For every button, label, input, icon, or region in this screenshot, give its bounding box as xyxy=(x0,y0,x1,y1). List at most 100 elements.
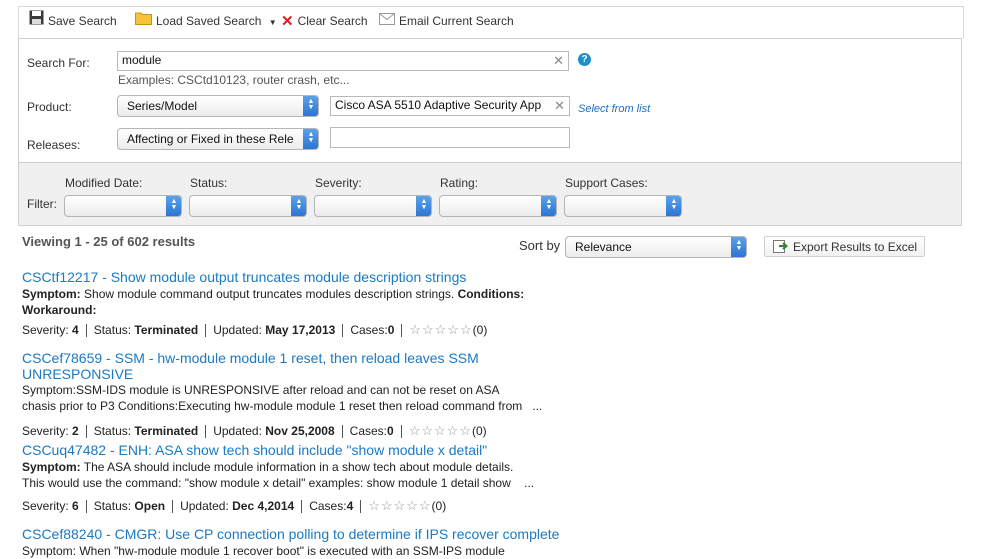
rating-count: (0) xyxy=(471,424,487,438)
status-label: Status: xyxy=(93,323,132,337)
filter-label: Filter: xyxy=(27,197,57,211)
email-search-button[interactable]: Email Current Search xyxy=(379,7,514,39)
clear-search-label: Clear Search xyxy=(297,14,368,28)
summary-line: This would use the command: "show module… xyxy=(22,476,511,490)
result-summary: Symptom: Show module command output trun… xyxy=(22,286,562,318)
search-for-label: Search For: xyxy=(27,56,90,70)
result-meta: Severity: 6 Status: Open Updated: Dec 4,20… xyxy=(22,498,446,514)
updated-label: Updated: xyxy=(213,323,262,337)
excel-export-icon xyxy=(773,240,789,256)
status-value: Open xyxy=(134,499,166,513)
cases-value: 0 xyxy=(387,424,394,438)
select-arrows-icon: ▲ ▼ xyxy=(166,196,181,216)
updated-label: Updated: xyxy=(213,424,262,438)
symptom-label: Symptom: xyxy=(22,287,81,301)
floppy-icon xyxy=(29,7,44,36)
status-value: Terminated xyxy=(134,323,199,337)
support-cases-select[interactable]: ▲ ▼ xyxy=(564,195,682,217)
summary-ellipsis: ... xyxy=(532,399,543,413)
status-select[interactable]: ▲ ▼ xyxy=(189,195,307,217)
cases-label: Cases: xyxy=(350,323,388,337)
load-saved-search-label: Load Saved Search xyxy=(156,14,262,28)
severity-select[interactable]: ▲ ▼ xyxy=(314,195,432,217)
summary-line: Symptom: When "hw-module module 1 recove… xyxy=(22,544,505,558)
releases-input[interactable] xyxy=(330,127,570,148)
result-title-link[interactable]: CSCef78659 - SSM - hw-module module 1 re… xyxy=(22,350,502,382)
clear-product-icon[interactable]: ✕ xyxy=(552,99,565,113)
search-toolbar: Save Search Load Saved Search ▼ ✕ Clear S… xyxy=(18,6,964,39)
releases-type-value: Affecting or Fixed in these Rele xyxy=(127,132,294,146)
status-filter-label: Status: xyxy=(190,176,228,190)
cases-value: 4 xyxy=(346,499,354,513)
result-meta: Severity: 4 Status: Terminated Updated: Ma… xyxy=(22,322,487,338)
result-item: CSCuq47482 - ENH: ASA show tech should i… xyxy=(22,442,562,491)
rating-filter-label: Rating: xyxy=(440,176,479,190)
result-item: CSCef78659 - SSM - hw-module module 1 re… xyxy=(22,350,502,382)
result-item: CSCtf12217 - Show module output truncate… xyxy=(22,269,562,318)
result-title-link[interactable]: CSCef88240 - CMGR: Use CP connection pol… xyxy=(22,526,562,542)
clear-input-icon[interactable]: ✕ xyxy=(553,54,564,68)
result-title-link[interactable]: CSCuq47482 - ENH: ASA show tech should i… xyxy=(22,442,562,458)
export-excel-label: Export Results to Excel xyxy=(793,240,918,254)
star-rating[interactable]: ☆☆☆☆☆ xyxy=(409,423,472,438)
help-icon[interactable]: ? xyxy=(578,53,591,66)
result-summary: Symptom:SSM-IDS module is UNRESPONSIVE a… xyxy=(22,382,562,414)
sort-value: Relevance xyxy=(575,240,632,254)
workaround-label: Workaround: xyxy=(22,303,97,317)
sort-by-label: Sort by xyxy=(519,238,561,253)
select-arrows-icon: ▲ ▼ xyxy=(303,96,318,116)
support-cases-filter-label: Support Cases: xyxy=(565,176,648,190)
summary-ellipsis: ... xyxy=(524,476,535,490)
rating-count: (0) xyxy=(431,499,447,513)
severity-label: Severity: xyxy=(22,499,69,513)
rating-select[interactable]: ▲ ▼ xyxy=(439,195,557,217)
symptom-text: Show module command output truncates mod… xyxy=(84,287,455,301)
updated-label: Updated: xyxy=(180,499,229,513)
email-icon xyxy=(379,7,395,36)
select-arrows-icon: ▲ ▼ xyxy=(541,196,556,216)
search-examples-hint: Examples: CSCtd10123, router crash, etc.… xyxy=(118,73,350,87)
save-search-button[interactable]: Save Search xyxy=(29,7,117,39)
result-item: CSCef88240 - CMGR: Use CP connection pol… xyxy=(22,526,562,559)
product-type-value: Series/Model xyxy=(127,99,198,113)
clear-search-button[interactable]: ✕ Clear Search xyxy=(281,7,368,39)
select-arrows-icon: ▲ ▼ xyxy=(291,196,306,216)
product-input-value: Cisco ASA 5510 Adaptive Security App xyxy=(335,98,542,112)
load-saved-search-button[interactable]: Load Saved Search ▼ xyxy=(135,7,277,39)
select-arrows-icon: ▲ ▼ xyxy=(303,129,318,149)
search-input[interactable]: module ✕ xyxy=(117,51,569,71)
search-input-value: module xyxy=(122,53,162,67)
export-excel-button[interactable]: Export Results to Excel xyxy=(764,236,925,257)
chevron-down-icon: ▼ xyxy=(268,18,277,27)
updated-value: Nov 25,2008 xyxy=(265,424,335,438)
result-meta: Severity: 2 Status: Terminated Updated: No… xyxy=(22,423,487,439)
releases-type-select[interactable]: Affecting or Fixed in these Rele ▲ ▼ xyxy=(117,128,319,150)
save-search-label: Save Search xyxy=(48,14,117,28)
modified-date-label: Modified Date: xyxy=(65,176,143,190)
results-count: Viewing 1 - 25 of 602 results xyxy=(22,234,196,249)
select-arrows-icon: ▲ ▼ xyxy=(666,196,681,216)
sort-select[interactable]: Relevance ▲ ▼ xyxy=(565,236,747,258)
product-input[interactable]: Cisco ASA 5510 Adaptive Security App ✕ xyxy=(330,96,570,116)
severity-value: 6 xyxy=(72,499,79,513)
summary-line: Symptom:SSM-IDS module is UNRESPONSIVE a… xyxy=(22,383,500,397)
select-from-list-link[interactable]: Select from list xyxy=(578,103,650,115)
modified-date-select[interactable]: ▲ ▼ xyxy=(64,195,182,217)
result-summary: Symptom: When "hw-module module 1 recove… xyxy=(22,543,562,559)
star-rating[interactable]: ☆☆☆☆☆ xyxy=(368,498,431,513)
result-title-link[interactable]: CSCtf12217 - Show module output truncate… xyxy=(22,269,562,285)
severity-label: Severity: xyxy=(22,323,69,337)
conditions-label: Conditions: xyxy=(457,287,525,301)
releases-label: Releases: xyxy=(27,138,81,152)
cases-value: 0 xyxy=(387,323,395,337)
updated-value: Dec 4,2014 xyxy=(232,499,295,513)
symptom-label: Symptom: xyxy=(22,460,81,474)
star-rating[interactable]: ☆☆☆☆☆ xyxy=(409,322,472,337)
cases-label: Cases: xyxy=(309,499,347,513)
severity-filter-label: Severity: xyxy=(315,176,362,190)
status-value: Terminated xyxy=(134,424,199,438)
updated-value: May 17,2013 xyxy=(265,323,336,337)
product-label: Product: xyxy=(27,100,72,114)
email-search-label: Email Current Search xyxy=(399,14,514,28)
product-type-select[interactable]: Series/Model ▲ ▼ xyxy=(117,95,319,117)
